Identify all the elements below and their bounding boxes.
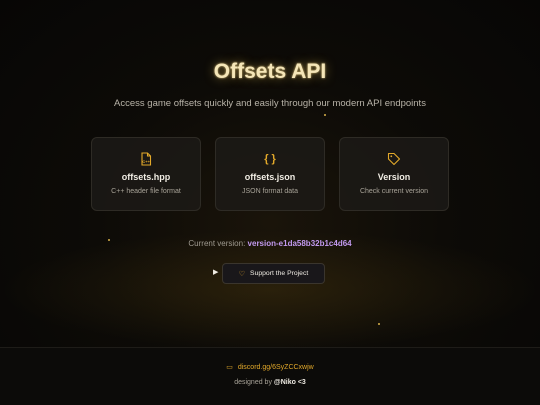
decorative-dot <box>378 323 380 325</box>
author-link[interactable]: @Niko <3 <box>274 379 306 386</box>
version-label: Current version: <box>188 239 246 248</box>
card-description: C++ header file format <box>111 188 181 195</box>
support-button[interactable]: ♡ Support the Project <box>222 263 325 284</box>
page-title: Offsets API <box>213 60 327 83</box>
card-title: Version <box>377 172 411 182</box>
card-title: offsets.hpp <box>121 172 171 182</box>
chat-icon: ▭ <box>226 364 233 371</box>
footer-credit: designed by @Niko <3 <box>0 379 540 386</box>
version-value: version-e1da58b32b1c4d64 <box>247 239 352 248</box>
credit-prefix: designed by <box>234 379 274 386</box>
card-title: offsets.json <box>244 172 296 182</box>
footer: ▭ discord.gg/6SyZCCxwjw designed by @Nik… <box>0 347 540 405</box>
heart-icon: ♡ <box>238 270 246 278</box>
svg-text:C++: C++ <box>142 159 150 164</box>
play-icon[interactable]: ▶ <box>213 268 218 276</box>
tag-icon <box>340 151 448 167</box>
background-glow <box>0 230 540 350</box>
card-offsets-json[interactable]: { } offsets.json JSON format data <box>215 137 325 211</box>
discord-text: discord.gg/6SyZCCxwjw <box>237 364 314 371</box>
card-offsets-hpp[interactable]: C++ offsets.hpp C++ header file format <box>91 137 201 211</box>
card-description: JSON format data <box>241 188 299 195</box>
page-subtitle: Access game offsets quickly and easily t… <box>114 98 426 109</box>
card-description: Check current version <box>359 188 429 195</box>
braces-icon: { } <box>264 153 276 165</box>
card-version[interactable]: Version Check current version <box>339 137 449 211</box>
file-code-icon: C++ <box>92 151 200 167</box>
current-version: Current version: version-e1da58b32b1c4d6… <box>0 239 540 248</box>
support-label: Support the Project <box>250 270 309 277</box>
discord-link[interactable]: ▭ discord.gg/6SyZCCxwjw <box>0 363 540 371</box>
decorative-dot <box>324 114 326 116</box>
